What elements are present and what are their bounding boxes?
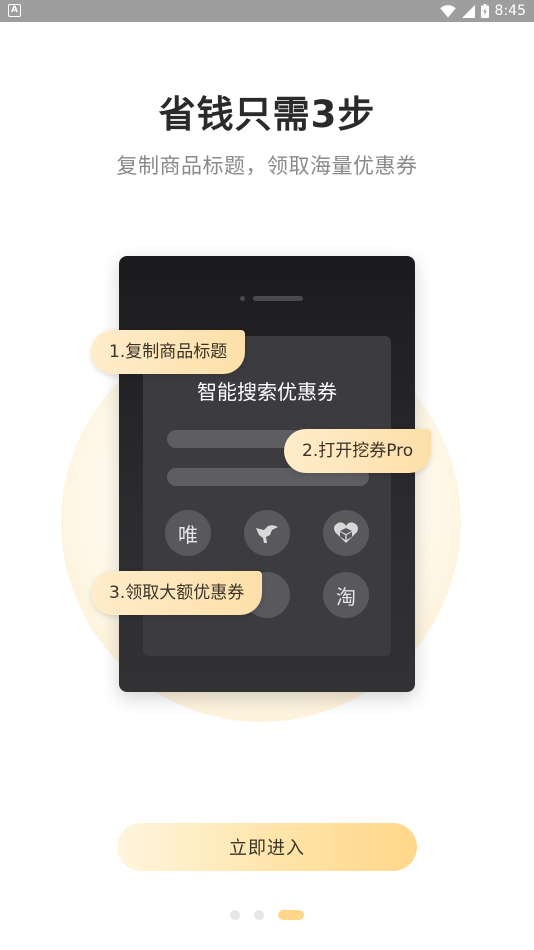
step-3-callout: 3.领取大额优惠券 (91, 571, 263, 615)
taobao-icon-label: 淘 (336, 584, 356, 609)
page-indicator (0, 909, 534, 921)
bird-icon (244, 510, 290, 556)
status-time: 8:45 (494, 3, 526, 19)
phone-illustration: 智能搜索优惠券 唯 淘 (119, 256, 415, 692)
step-1-callout: 1.复制商品标题 (91, 330, 246, 374)
page-title: 省钱只需3步 (158, 93, 376, 136)
page-subtitle: 复制商品标题，领取海量优惠券 (116, 154, 418, 178)
step-2-callout: 2.打开挖券Pro (284, 429, 432, 473)
page-dot-active[interactable] (278, 910, 304, 920)
page-dot[interactable] (230, 910, 240, 920)
phone-speaker (253, 296, 303, 301)
vip-icon: 唯 (165, 510, 211, 556)
screen-title: 智能搜索优惠券 (197, 380, 337, 404)
notification-app-icon: A (8, 4, 21, 17)
phone-camera-dot (240, 296, 245, 301)
status-icons: 8:45 (439, 0, 526, 22)
cube-logo-icon (323, 510, 369, 556)
taobao-icon: 淘 (323, 572, 369, 618)
status-bar: A 8:45 (0, 0, 534, 22)
enter-button[interactable]: 立即进入 (117, 823, 417, 871)
vip-icon-label: 唯 (178, 522, 198, 547)
cellular-signal-icon (461, 4, 475, 18)
page-dot[interactable] (254, 910, 264, 920)
battery-icon (480, 4, 489, 18)
wifi-icon (439, 4, 456, 17)
